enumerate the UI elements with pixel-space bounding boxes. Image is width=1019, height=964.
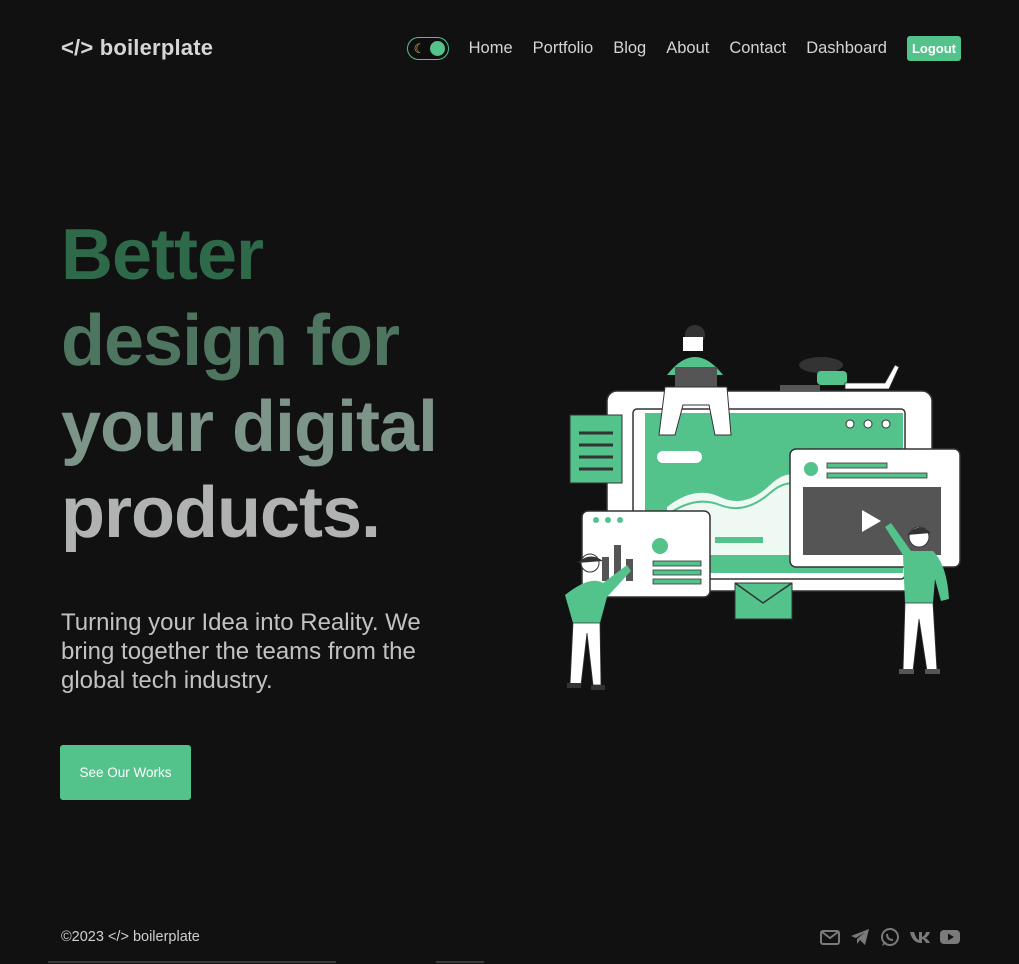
hero-description: Turning your Idea into Reality. We bring… bbox=[61, 609, 421, 694]
footer-divider bbox=[48, 961, 336, 963]
telegram-icon[interactable] bbox=[849, 926, 871, 948]
hero-title: Better design for your digital products. bbox=[61, 212, 501, 556]
social-links bbox=[819, 926, 969, 948]
footer-divider bbox=[436, 961, 484, 963]
see-our-works-button[interactable]: See Our Works bbox=[60, 745, 191, 800]
logout-button[interactable]: Logout bbox=[906, 35, 961, 61]
toggle-knob bbox=[429, 40, 445, 56]
page: </> boilerplate ☾ Home Portfolio Blog Ab… bbox=[0, 0, 1019, 964]
youtube-icon[interactable] bbox=[939, 926, 961, 948]
nav-menu: ☾ Home Portfolio Blog About Contact Dash… bbox=[406, 35, 961, 61]
navbar: </> boilerplate ☾ Home Portfolio Blog Ab… bbox=[0, 0, 1019, 96]
mail-icon[interactable] bbox=[819, 926, 841, 948]
hero-title-line: Better bbox=[61, 215, 264, 295]
theme-toggle[interactable]: ☾ bbox=[406, 36, 449, 60]
hero-title-line: products. bbox=[61, 473, 381, 553]
hero-title-line: your digital bbox=[61, 387, 438, 467]
hero-title-line: design for bbox=[61, 301, 400, 381]
nav-link-blog[interactable]: Blog bbox=[613, 39, 646, 58]
nav-link-about[interactable]: About bbox=[666, 39, 709, 58]
footer-copyright: ©2023 </> boilerplate bbox=[61, 929, 200, 945]
nav-link-contact[interactable]: Contact bbox=[729, 39, 786, 58]
team-working-on-website-illustration bbox=[565, 325, 961, 690]
nav-link-portfolio[interactable]: Portfolio bbox=[533, 39, 594, 58]
whatsapp-icon[interactable] bbox=[879, 926, 901, 948]
vk-icon[interactable] bbox=[909, 926, 931, 948]
nav-link-home[interactable]: Home bbox=[469, 39, 513, 58]
nav-link-dashboard[interactable]: Dashboard bbox=[806, 39, 887, 58]
moon-icon: ☾ bbox=[413, 40, 426, 56]
site-logo[interactable]: </> boilerplate bbox=[61, 35, 213, 61]
